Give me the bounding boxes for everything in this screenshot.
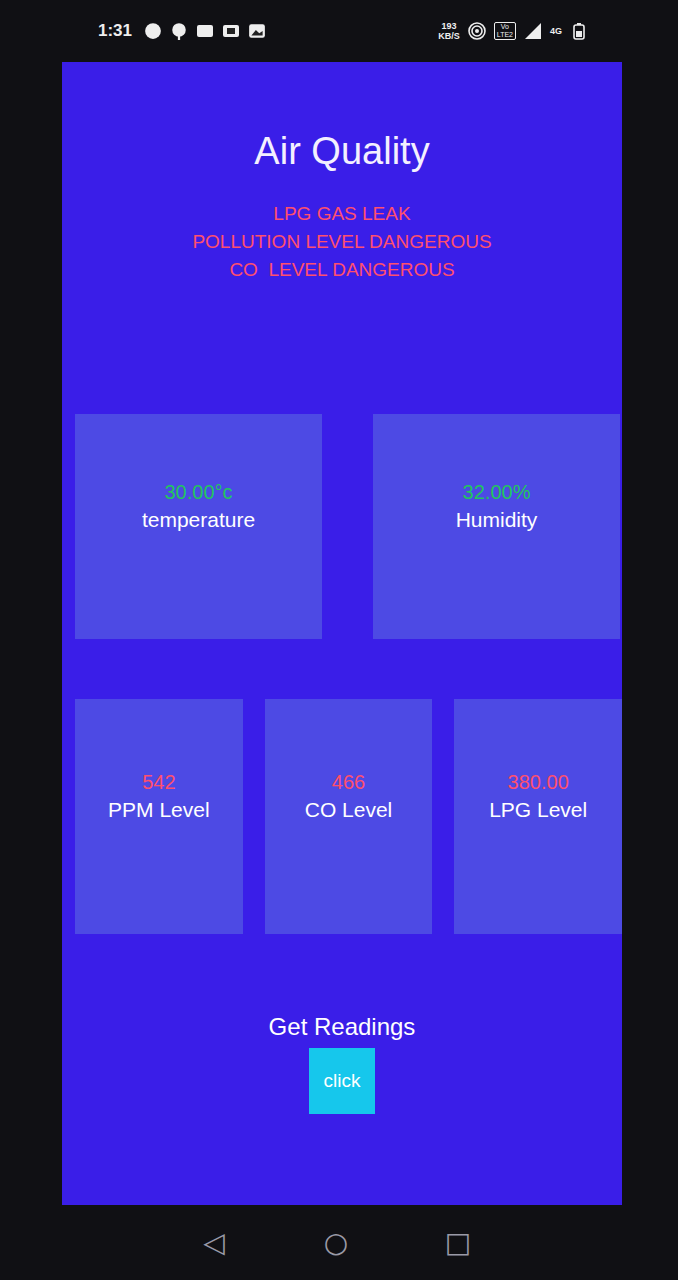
battery-icon xyxy=(570,22,588,40)
reading-label: Humidity xyxy=(456,505,538,535)
reading-card: 542PPM Level xyxy=(75,699,243,934)
network-speed: 193KB/S xyxy=(438,21,460,41)
nav-button[interactable]: ◁ xyxy=(198,1226,230,1259)
reading-value: 32.00% xyxy=(463,479,531,505)
reading-value: 466 xyxy=(332,769,365,795)
reading-label: PPM Level xyxy=(108,795,210,825)
volte-top: Vo xyxy=(501,23,509,31)
reading-label: LPG Level xyxy=(489,795,587,825)
gas-cards: 542PPM Level466CO Level380.00LPG Level xyxy=(62,699,622,934)
get-readings: Get Readings click xyxy=(62,1012,622,1114)
alert-message: LPG GAS LEAK xyxy=(273,200,410,228)
reading-card: 466CO Level xyxy=(265,699,433,934)
status-right: 193KB/S VoLTE2 4G xyxy=(438,21,588,41)
jio-icon xyxy=(144,22,162,40)
reading-card: 380.00LPG Level xyxy=(454,699,622,934)
hotspot-icon xyxy=(468,22,486,40)
reading-card: 32.00%Humidity xyxy=(373,414,620,639)
page-title: Air Quality xyxy=(62,128,622,174)
readings-heading: Get Readings xyxy=(269,1012,416,1042)
volte-bottom: LTE2 xyxy=(497,31,513,39)
nav-button[interactable]: ○ xyxy=(320,1226,352,1259)
speed-unit: KB/S xyxy=(438,31,460,41)
volte-badge: VoLTE2 xyxy=(494,22,516,40)
alert-list: LPG GAS LEAKPOLLUTION LEVEL DANGEROUSCO … xyxy=(62,200,622,284)
reading-card: 30.00°ctemperature xyxy=(75,414,322,639)
image-icon xyxy=(248,22,266,40)
alert-message: POLLUTION LEVEL DANGEROUS xyxy=(192,228,491,256)
location-icon xyxy=(170,22,188,40)
network-type: 4G xyxy=(550,26,562,36)
status-bar: 1:31 193KB/S VoLTE2 4G xyxy=(0,0,678,62)
clock: 1:31 xyxy=(98,21,132,41)
reading-label: temperature xyxy=(142,505,255,535)
click-button[interactable]: click xyxy=(309,1048,375,1114)
app-screen: Air Quality LPG GAS LEAKPOLLUTION LEVEL D… xyxy=(62,62,622,1205)
phone: 1:31 193KB/S VoLTE2 4G Air Quality LPG GAS LE… xyxy=(0,0,678,1280)
climate-cards: 30.00°ctemperature32.00%Humidity xyxy=(62,414,622,639)
gallery-icon xyxy=(222,22,240,40)
reading-label: CO Level xyxy=(305,795,393,825)
alert-message: CO LEVEL DANGEROUS xyxy=(229,256,454,284)
reading-value: 380.00 xyxy=(508,769,569,795)
speed-value: 193 xyxy=(441,21,456,31)
status-left: 1:31 xyxy=(98,21,266,41)
signal-icon xyxy=(524,22,542,40)
nav-button[interactable]: □ xyxy=(442,1226,474,1259)
reading-value: 30.00°c xyxy=(164,479,232,505)
reading-value: 542 xyxy=(142,769,175,795)
navigation-bar: ◁ ○ □ xyxy=(0,1205,678,1280)
notification-icon xyxy=(196,22,214,40)
